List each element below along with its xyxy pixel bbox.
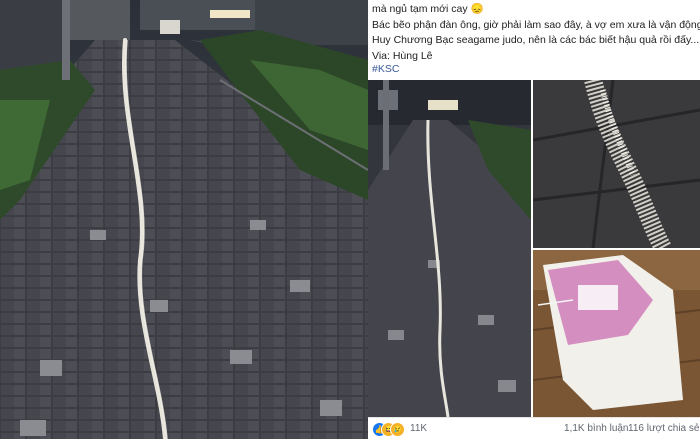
post-line: Huy Chương Bạc seagame judo, nên là các … xyxy=(372,34,700,46)
post-footer: 👍 😆 😢 11K 1,1K bình luận 116 lượt chia s… xyxy=(368,417,700,440)
main-photo-sidewalk[interactable] xyxy=(0,0,368,439)
post-line: Via: Hùng Lê xyxy=(372,50,433,62)
post-line: Bác bẽo phận đàn ông, giờ phải làm sao đ… xyxy=(372,19,700,31)
reaction-count[interactable]: 11K xyxy=(410,423,427,434)
post-text: mà ngủ tạm mới cay 😞 Bác bẽo phận đàn ôn… xyxy=(368,0,700,80)
post-line: mà ngủ tạm mới cay 😞 xyxy=(372,3,484,15)
photo-rice-closeup[interactable] xyxy=(533,80,700,248)
comment-count[interactable]: 1,1K bình luận xyxy=(564,423,629,434)
sad-icon[interactable]: 😢 xyxy=(390,422,405,437)
photo-sidewalk-night[interactable] xyxy=(368,80,531,417)
hashtag-link[interactable]: #KSC xyxy=(372,63,399,75)
photo-rice-bag[interactable] xyxy=(533,250,700,417)
share-count[interactable]: 116 lượt chia sẻ xyxy=(628,423,699,434)
